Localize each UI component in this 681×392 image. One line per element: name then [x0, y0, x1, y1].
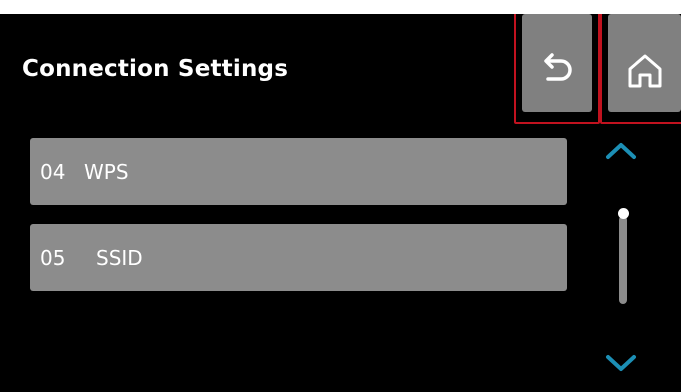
list-item-label: WPS: [84, 159, 129, 184]
list-item-label: SSID: [96, 245, 143, 270]
chevron-down-icon[interactable]: [604, 352, 638, 374]
list-item-ssid[interactable]: 05 SSID: [30, 224, 567, 291]
page-title: Connection Settings: [22, 56, 289, 82]
chevron-up-icon[interactable]: [604, 140, 638, 162]
list-item-wps[interactable]: 04 WPS: [30, 138, 567, 205]
home-icon: [628, 54, 661, 88]
scrollbar-track[interactable]: [619, 216, 627, 304]
list-item-number: 05: [40, 245, 66, 270]
back-arrow-icon: [544, 53, 572, 81]
back-button[interactable]: [522, 14, 592, 112]
home-button[interactable]: [608, 14, 681, 112]
device-screen: Connection Settings 04 WPS 05 SSID: [0, 14, 681, 392]
list-item-number: 04: [40, 159, 66, 184]
scrollbar-thumb[interactable]: [618, 208, 629, 219]
